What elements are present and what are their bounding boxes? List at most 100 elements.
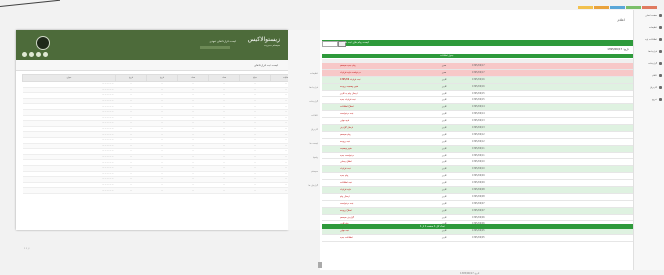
message-text[interactable]: اطلاعات جدید (340, 236, 353, 239)
list-item[interactable]: پیام جدید کاربر 1395/06/09 (322, 173, 633, 181)
message-text[interactable]: ثبت پرونده (340, 140, 350, 143)
list-item[interactable]: ثبت قرارداد جدید کاربر 1395/06/15 (322, 97, 633, 105)
message-date: 1395/06/08 (472, 188, 485, 192)
middle-nav-item[interactable]: لیست ها (288, 142, 318, 145)
middle-nav-item[interactable]: پیامها (288, 156, 318, 159)
sidebar-item[interactable]: صفحه اصلی (635, 14, 662, 17)
list-item[interactable]: ارسال گزارش کاربر 1395/06/13 (322, 125, 633, 132)
scrollbar[interactable] (318, 262, 322, 268)
list-item[interactable]: پیام سیستم کاربر 1395/06/12 (322, 131, 633, 139)
message-text[interactable]: اصلاح پرونده (340, 209, 352, 212)
message-text[interactable]: ثبت نهایی (340, 229, 349, 232)
message-text[interactable]: ثبت قرارداد 1395/06 (340, 78, 360, 81)
message-text[interactable]: تایید نهایی (340, 119, 349, 122)
middle-nav-item[interactable]: سیستم (288, 170, 318, 173)
list-item[interactable]: اصلاح اطلاعات کاربر 1395/06/14 (322, 104, 633, 112)
column-header[interactable]: عنوان (22, 74, 116, 82)
list-item[interactable]: ثبت قرارداد 1395/06 کاربر 1395/06/16 (322, 76, 633, 84)
middle-nav-item[interactable]: کاربران (288, 128, 318, 131)
list-item[interactable]: ارسال پیام به کاربر کاربر 1395/06/15 (322, 90, 633, 98)
message-date: 1395/06/13 (472, 119, 485, 123)
message-date: 1395/06/15 (472, 91, 485, 95)
message-text[interactable]: درخواست تایید قرارداد (340, 71, 361, 74)
sidebar-item[interactable]: گزارشات (635, 62, 662, 65)
sidebar-item[interactable]: تنظیمات (635, 26, 662, 29)
panel-title: اعلام (617, 18, 625, 22)
circle-icon[interactable] (22, 52, 27, 57)
message-text[interactable]: ثبت قرارداد (340, 167, 351, 170)
middle-nav-item[interactable]: اعلانات (288, 114, 318, 117)
avatar[interactable] (36, 36, 50, 50)
search-input[interactable] (322, 41, 338, 47)
list-item[interactable]: ثبت درخواست کاربر 1395/06/07 (322, 200, 633, 208)
left-window-header (16, 30, 288, 60)
user-icon (659, 50, 662, 53)
message-date: 1395/06/17 (472, 64, 485, 67)
message-text[interactable]: تغییر وضعیت (340, 147, 352, 150)
list-item[interactable]: اطلاع رسانی کاربر 1395/06/10 (322, 159, 633, 167)
list-item[interactable]: ثبت پرونده کاربر 1395/06/12 (322, 138, 633, 146)
message-user: کاربر (442, 84, 447, 88)
circle-icon[interactable] (36, 52, 41, 57)
message-date: 1395/06/09 (472, 174, 485, 178)
circle-icon[interactable] (29, 52, 34, 57)
message-text[interactable]: ثبت درخواست (340, 202, 353, 205)
message-text[interactable]: ثبت قرارداد جدید (340, 98, 356, 101)
message-text[interactable]: پیام جدید سیستم (340, 64, 356, 67)
message-date: 1395/06/09 (472, 181, 485, 185)
middle-nav-item[interactable]: تنظیمات (288, 72, 318, 75)
message-text[interactable]: ارسال پیام به کاربر (340, 92, 358, 95)
column-header[interactable]: تعداد (208, 74, 240, 82)
middle-nav-item[interactable]: قراردادها (288, 86, 318, 89)
circle-icon[interactable] (43, 52, 48, 57)
pagination-text[interactable]: تعداد کل 1 صفحه 1 از 1 (420, 225, 445, 228)
header-tab[interactable] (200, 46, 230, 49)
message-text[interactable]: ارسال گزارش (340, 126, 353, 129)
pagination[interactable]: 1 از 1 (24, 248, 29, 250)
list-item[interactable]: درخواست تایید قرارداد مدیر 1395/06/17 (322, 69, 633, 77)
list-item[interactable]: تایید نهایی کاربر 1395/06/13 (322, 118, 633, 126)
table-row[interactable]: — — — — — — — — — — — (22, 187, 302, 194)
list-item[interactable]: ارسال پیام کاربر 1395/06/08 (322, 193, 633, 201)
list-item[interactable]: اصلاح پرونده کاربر 1395/06/07 (322, 207, 633, 215)
column-header[interactable]: تاریخ (146, 74, 178, 82)
column-header[interactable]: مبلغ (239, 74, 271, 82)
message-text[interactable]: پیام جدید (340, 174, 348, 177)
message-text[interactable]: درخواست جدید (340, 154, 354, 157)
sidebar-item[interactable]: خروج (635, 98, 662, 101)
sidebar-item[interactable]: قراردادها (635, 50, 662, 53)
list-item[interactable]: تایید قرارداد کاربر 1395/06/08 (322, 187, 633, 194)
middle-nav-item[interactable]: گزارش ها (288, 184, 318, 187)
message-text[interactable]: ثبت اطلاعات (340, 181, 352, 184)
message-text[interactable]: تایید قرارداد (340, 188, 351, 191)
list-item[interactable]: تغییر وضعیت کاربر 1395/06/11 (322, 145, 633, 153)
sidebar-item[interactable]: کاربران (635, 86, 662, 89)
list-item[interactable]: ثبت نهایی کاربر 1395/06/05 (322, 228, 633, 236)
column-header[interactable]: تاریخ (115, 74, 147, 82)
list-item[interactable]: اطلاعات جدید کاربر 1395/06/05 (322, 235, 633, 243)
message-user: کاربر (442, 229, 447, 233)
list-item[interactable]: ثبت اطلاعات کاربر 1395/06/09 (322, 180, 633, 188)
list-item[interactable]: گزارش سیستم کاربر 1395/06/06 (322, 214, 633, 222)
list-item[interactable]: ثبت درخواست کاربر 1395/06/14 (322, 111, 633, 119)
user-icon (659, 86, 662, 89)
middle-nav-item[interactable]: گزارشات (288, 100, 318, 103)
message-user: کاربر (442, 208, 447, 212)
list-item[interactable]: درخواست جدید کاربر 1395/06/11 (322, 152, 633, 160)
message-text[interactable]: ثبت درخواست (340, 112, 353, 115)
message-date: 1395/06/16 (472, 84, 485, 88)
column-header[interactable]: تعداد (177, 74, 209, 82)
message-text[interactable]: ارسال پیام (340, 195, 350, 198)
message-user: کاربر (442, 126, 447, 130)
message-text[interactable]: اطلاع رسانی (340, 160, 352, 163)
list-item[interactable]: ثبت قرارداد کاربر 1395/06/10 (322, 166, 633, 174)
toolbar-title: لیست پیام های ثبت شده (342, 41, 369, 44)
message-text[interactable]: اصلاح اطلاعات (340, 105, 354, 108)
message-text[interactable]: پیام سیستم (340, 133, 351, 136)
list-item[interactable]: تغییر وضعیت پرونده کاربر 1395/06/16 (322, 83, 633, 91)
message-text[interactable]: تغییر وضعیت پرونده (340, 85, 358, 88)
sidebar-item[interactable]: اعلام (635, 74, 662, 77)
list-item[interactable]: پیام جدید سیستم مدیر 1395/06/17 (322, 63, 633, 70)
sidebar-item[interactable]: اطلاعات پایه (635, 38, 662, 41)
message-text[interactable]: گزارش سیستم (340, 216, 354, 219)
